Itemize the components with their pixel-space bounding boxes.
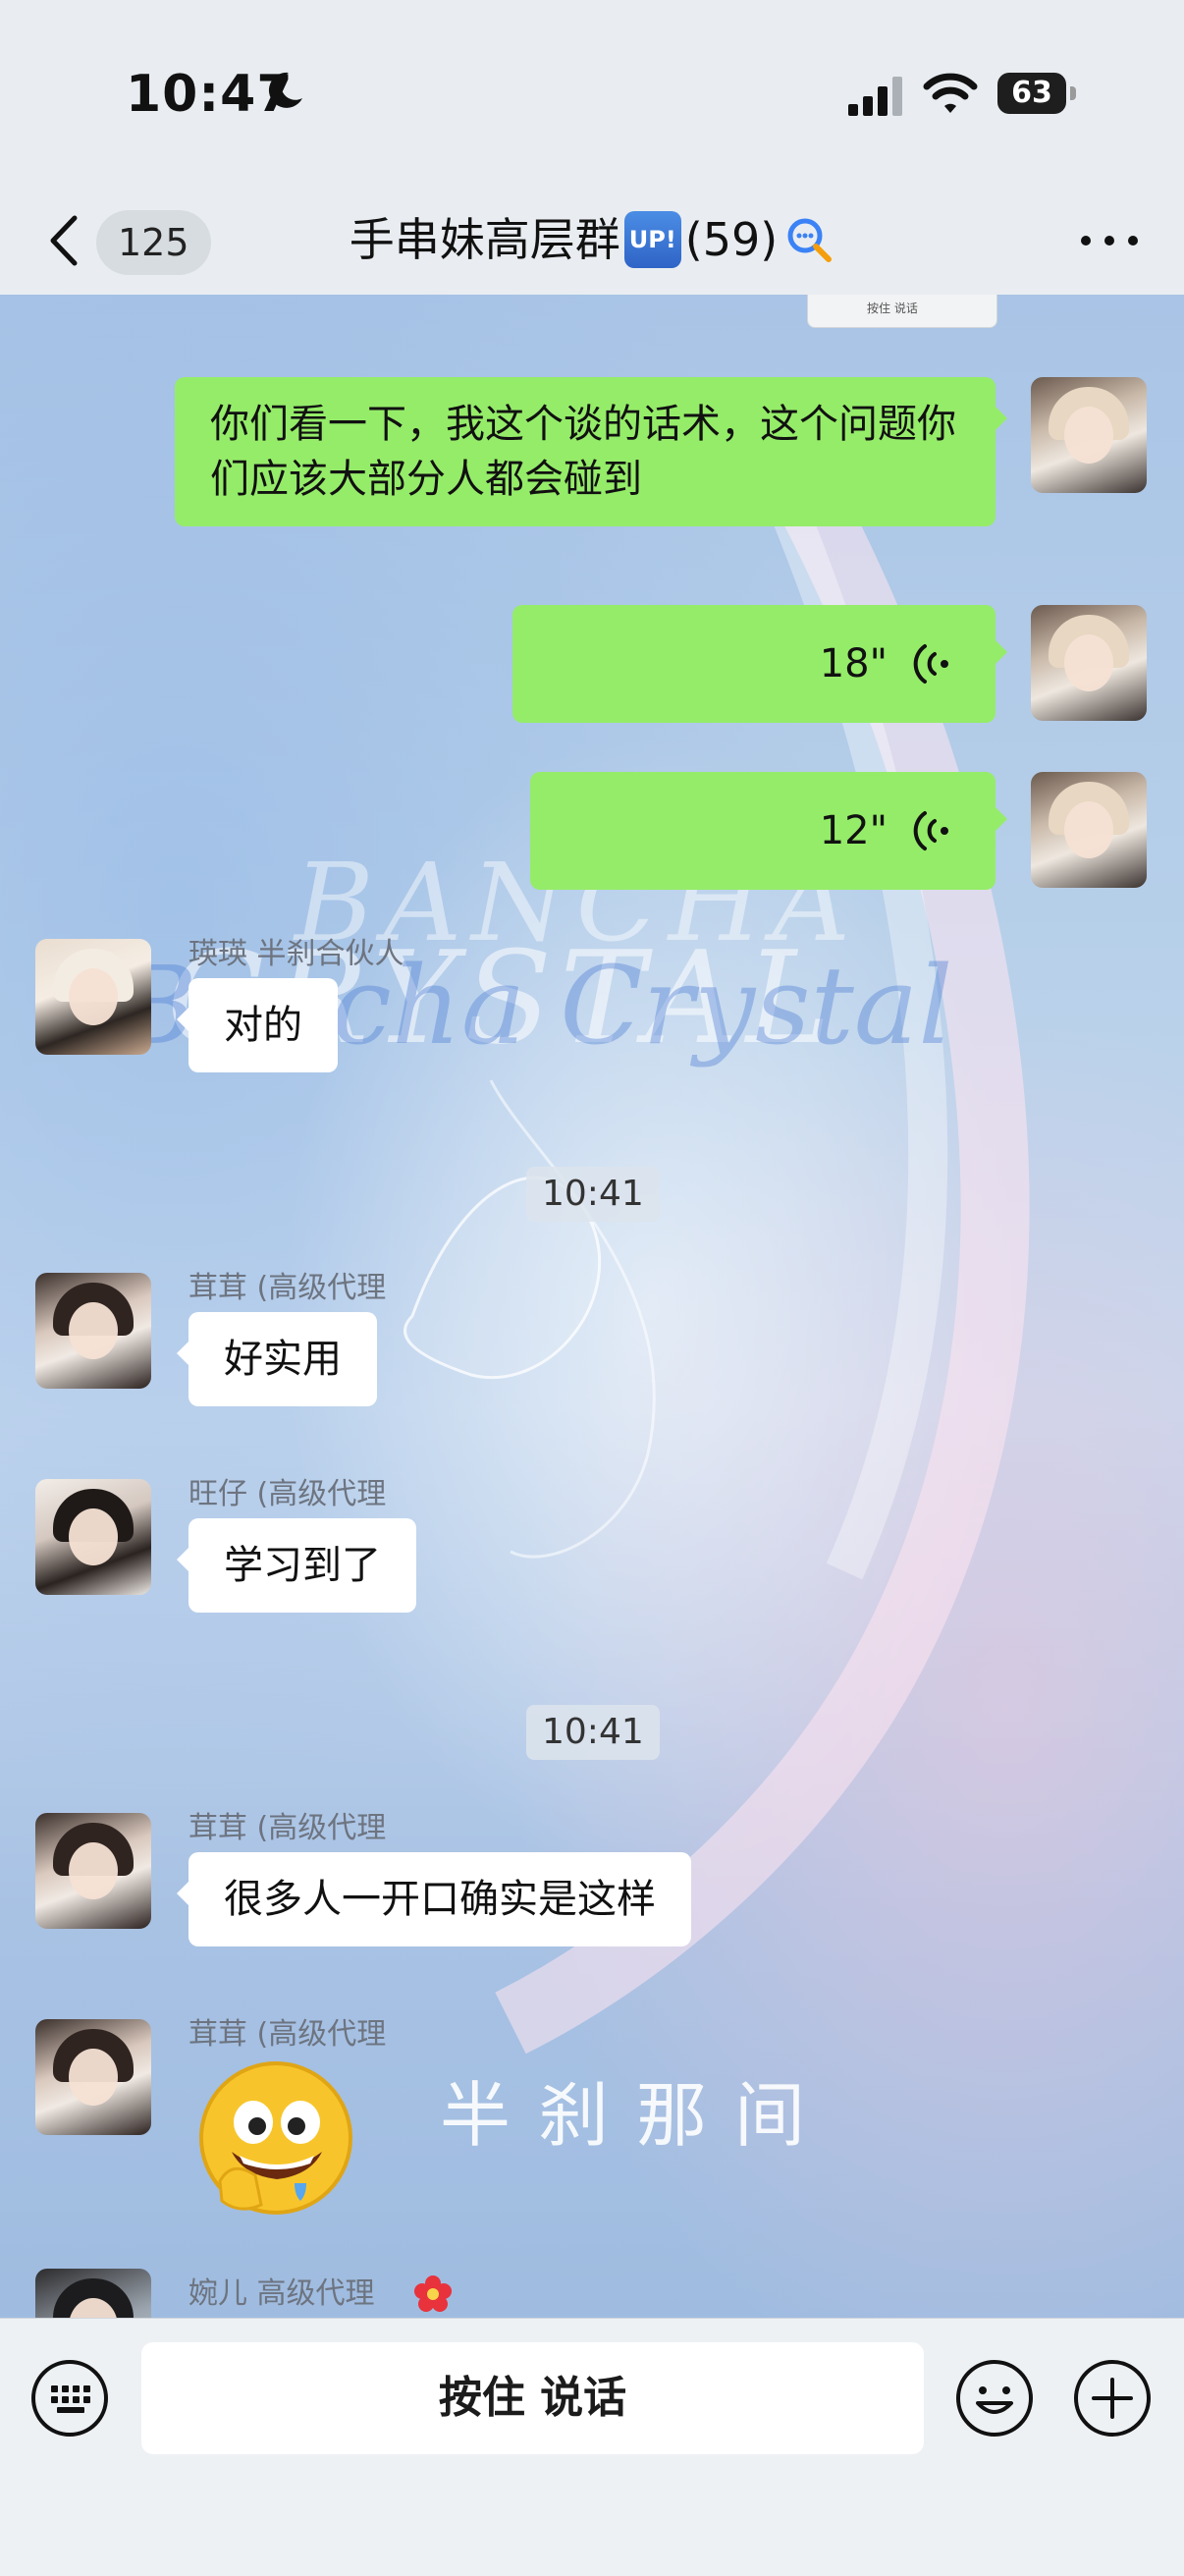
voice-wave-icon [913,811,948,850]
avatar[interactable] [35,1813,151,1929]
plus-icon[interactable] [1072,2358,1153,2439]
message-bubble-incoming[interactable]: 好实用 [177,1312,377,1406]
emoji-icon[interactable] [954,2358,1035,2439]
sender-name: 茸茸 (高级代理 [188,1811,387,1845]
shared-image-caption: 按住 说话 [867,301,918,315]
up-badge: UP! [623,210,681,268]
message-bubble-incoming[interactable]: 对的 [177,978,338,1072]
shared-image-thumbnail[interactable]: 按住 说话 [807,295,997,328]
hold-to-talk-button[interactable]: 按住 说话 [141,2342,924,2454]
message-text: 你们看一下，我这个谈的话术，这个问题你们应该大部分人都会碰到 [210,402,956,502]
moon-icon [268,72,302,108]
more-icon[interactable] [1070,208,1149,273]
sender-name: 瑛瑛 半刹合伙人 [188,937,404,971]
voice-message[interactable]: 12" [530,772,1007,890]
voice-wave-icon [913,644,948,684]
voice-message[interactable]: 18" [512,605,1007,723]
avatar[interactable] [35,939,151,1055]
member-count: (59) [684,213,779,266]
wifi-icon [923,73,978,113]
status-bar: 10:47 63 [0,0,1184,187]
background-wallpaper [404,404,1030,2055]
chat-header: 125 手串妹高层群 UP! (59) [0,187,1184,296]
timestamp: 10:41 [526,1167,660,1222]
group-title: 手串妹高层群 [349,213,620,266]
keyboard-icon[interactable] [29,2358,110,2439]
message-text: 好实用 [224,1337,342,1382]
avatar-self[interactable] [1031,377,1147,493]
chat-title-area[interactable]: 手串妹高层群 UP! (59) [0,204,1184,275]
voice-duration: 18" [819,641,888,686]
sender-name: 婉儿 高级代理 [188,2276,375,2311]
flower-icon [414,2275,452,2312]
avatar[interactable] [35,2019,151,2135]
avatar[interactable] [35,1479,151,1595]
battery-level: 63 [997,73,1066,114]
avatar[interactable] [35,2269,151,2318]
sender-name: 茸茸 (高级代理 [188,2017,387,2052]
voice-duration: 12" [819,808,888,853]
avatar-self[interactable] [1031,772,1147,888]
message-text: 学习到了 [224,1543,381,1588]
signal-icon [848,77,902,116]
chat-area[interactable]: BANCHA CRYSTAL Bancha Crystal 半刹那间 按住 说话… [0,295,1184,2318]
sender-name: 旺仔 (高级代理 [188,1477,387,1511]
message-bubble-incoming[interactable]: 很多人一开口确实是这样 [177,1852,691,1946]
thinking-face-sticker[interactable] [192,2057,359,2224]
battery-icon: 63 [997,73,1076,116]
message-bubble-outgoing[interactable]: 你们看一下，我这个谈的话术，这个问题你们应该大部分人都会碰到 [175,377,1007,526]
timestamp: 10:41 [526,1705,660,1760]
sender-name: 茸茸 (高级代理 [188,1271,387,1305]
avatar[interactable] [35,1273,151,1389]
message-text: 很多人一开口确实是这样 [224,1877,656,1922]
input-bar: 按住 说话 [0,2318,1184,2576]
ai-search-icon[interactable] [783,214,834,265]
message-bubble-incoming[interactable]: 学习到了 [177,1518,416,1613]
message-text: 对的 [224,1003,302,1048]
avatar-self[interactable] [1031,605,1147,721]
watermark-chinese: 半刹那间 [440,2074,834,2157]
